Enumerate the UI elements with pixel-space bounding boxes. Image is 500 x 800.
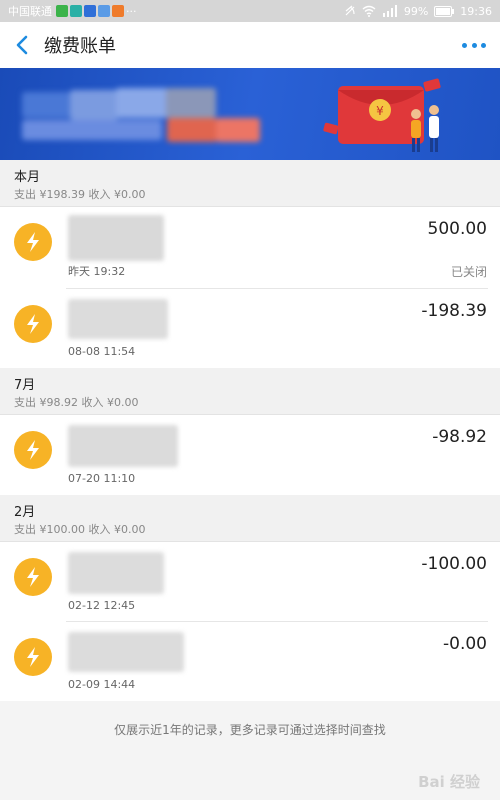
list-item[interactable]: 昨天 19:32 500.00 已关闭 [0, 207, 500, 289]
section-summary: 支出 ¥198.39 收入 ¥0.00 [14, 188, 146, 201]
payee-name-blurred [68, 299, 168, 339]
wifi-icon [362, 5, 376, 17]
record-time: 02-12 12:45 [68, 599, 136, 612]
lightning-bolt-icon [14, 305, 52, 343]
nav-bar: 缴费账单 [0, 22, 500, 68]
status-bar: 中国联通 ··· 99% 19:36 [0, 0, 500, 22]
record-amount: -198.39 [421, 301, 487, 321]
record-time: 昨天 19:32 [68, 265, 126, 278]
list-item[interactable]: 08-08 11:54 -198.39 [0, 289, 500, 368]
app-notification-icon [98, 5, 110, 17]
section-header-february: 2月 支出 ¥100.00 收入 ¥0.00 [0, 495, 500, 542]
red-envelope-illustration: ¥ [323, 78, 441, 152]
footer-note: 仅展示近1年的记录，更多记录可通过选择时间查找 [114, 723, 386, 737]
svg-text:¥: ¥ [376, 104, 384, 118]
battery-level: 99% [403, 4, 429, 18]
lightning-bolt-icon [14, 558, 52, 596]
section-title: 本月 [14, 170, 41, 185]
payee-name-blurred [68, 425, 178, 467]
carrier-name: 中国联通 [8, 5, 52, 18]
app-notification-icon [56, 5, 68, 17]
payee-name-blurred [68, 552, 164, 594]
lightning-bolt-icon [14, 638, 52, 676]
record-amount: -0.00 [443, 634, 487, 654]
payee-name-blurred [68, 632, 184, 672]
footer: 仅展示近1年的记录，更多记录可通过选择时间查找 Bai 经验 [0, 701, 500, 800]
app-notification-icon [84, 5, 96, 17]
section-summary: 支出 ¥100.00 收入 ¥0.00 [14, 523, 146, 536]
section-header-july: 7月 支出 ¥98.92 收入 ¥0.00 [0, 368, 500, 415]
list-item[interactable]: 07-20 11:10 -98.92 [0, 415, 500, 495]
record-time: 08-08 11:54 [68, 345, 136, 358]
mute-icon [345, 5, 355, 16]
more-dots-icon[interactable] [462, 22, 486, 68]
page-title: 缴费账单 [44, 36, 116, 57]
chevron-left-icon [16, 35, 28, 55]
promo-banner[interactable]: ¥ ¥ [0, 68, 500, 160]
app-notification-icon [112, 5, 124, 17]
record-time: 02-09 14:44 [68, 678, 136, 691]
record-status: 已关闭 [450, 265, 487, 279]
lightning-bolt-icon [14, 431, 52, 469]
section-title: 7月 [14, 378, 36, 393]
list-item[interactable]: 02-12 12:45 -100.00 [0, 542, 500, 622]
overflow-indicator: ··· [126, 4, 137, 18]
payee-name-blurred [68, 215, 164, 261]
record-amount: -100.00 [421, 554, 487, 574]
section-title: 2月 [14, 505, 36, 520]
battery-icon [434, 5, 455, 17]
section-summary: 支出 ¥98.92 收入 ¥0.00 [14, 396, 139, 409]
record-amount: -98.92 [432, 427, 487, 447]
app-notification-icon [70, 5, 82, 17]
watermark: Bai 经验 [418, 773, 480, 791]
record-time: 07-20 11:10 [68, 472, 136, 485]
list-item[interactable]: 02-09 14:44 -0.00 [0, 622, 500, 701]
back-button[interactable] [4, 22, 40, 68]
clock: 19:36 [460, 4, 492, 18]
banner-blurred-text [22, 86, 272, 146]
section-header-current-month: 本月 支出 ¥198.39 收入 ¥0.00 [0, 160, 500, 207]
lightning-bolt-icon [14, 223, 52, 261]
record-amount: 500.00 [427, 219, 487, 239]
signal-icon [382, 5, 397, 17]
